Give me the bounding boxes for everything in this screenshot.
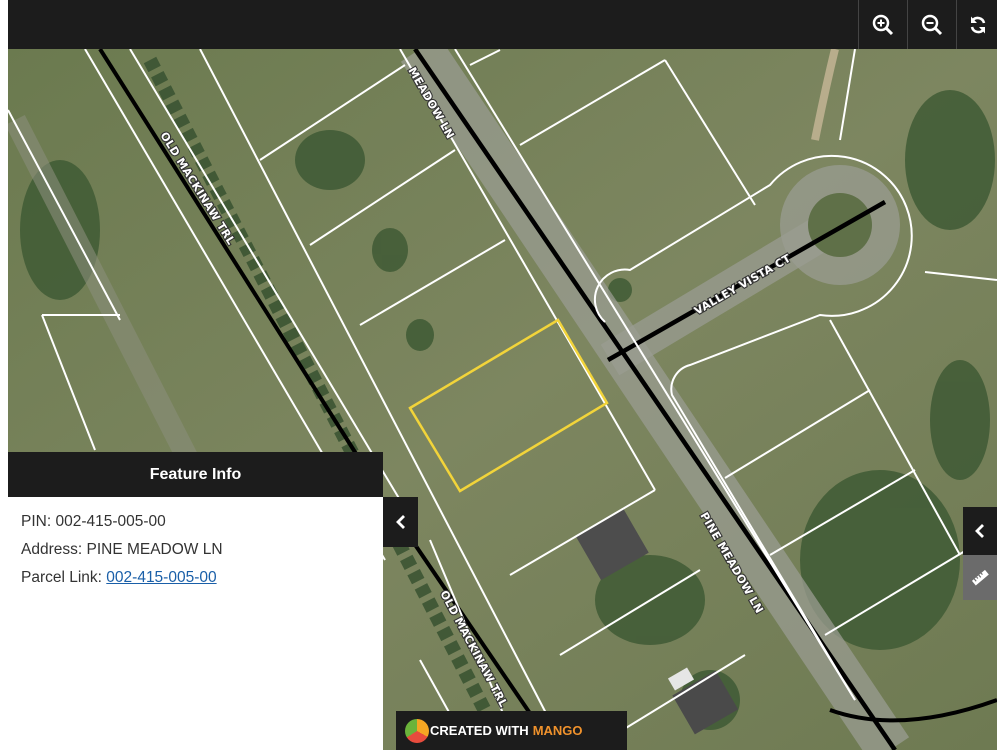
created-with-mango-credit[interactable]: CREATED WITH MANGO <box>396 711 627 750</box>
ruler-icon <box>971 569 989 585</box>
parcel-link[interactable]: 002-415-005-00 <box>106 569 216 586</box>
parcel-link-row: Parcel Link: 002-415-005-00 <box>21 569 217 587</box>
zoom-out-icon <box>921 14 943 35</box>
feature-info-header: Feature Info <box>8 452 383 497</box>
expand-right-panel-button[interactable] <box>963 507 997 555</box>
cul-de-sac-island <box>808 193 872 257</box>
pin-row: PIN: 002-415-005-00 <box>21 513 166 531</box>
pin-value: 002-415-005-00 <box>55 513 166 530</box>
mango-logo-icon <box>405 719 429 743</box>
address-label: Address: <box>21 541 83 558</box>
feature-info-panel: PIN: 002-415-005-00 Address: PINE MEADOW… <box>8 497 383 750</box>
refresh-button[interactable] <box>956 0 997 49</box>
zoom-in-icon <box>872 14 894 35</box>
zoom-in-button[interactable] <box>858 0 907 49</box>
address-row: Address: PINE MEADOW LN <box>21 541 223 559</box>
zoom-out-button[interactable] <box>907 0 956 49</box>
feature-info-title: Feature Info <box>149 465 242 483</box>
measure-tool-button[interactable] <box>963 555 997 600</box>
refresh-icon <box>970 16 985 33</box>
chevron-left-icon <box>975 524 984 538</box>
credit-prefix: CREATED WITH <box>430 723 529 738</box>
address-value: PINE MEADOW LN <box>86 541 223 558</box>
chevron-left-icon <box>395 515 405 529</box>
collapse-panel-button[interactable] <box>383 497 418 547</box>
pin-label: PIN: <box>21 513 52 530</box>
credit-brand: MANGO <box>532 723 583 738</box>
parcel-link-label: Parcel Link: <box>21 569 102 586</box>
top-toolbar <box>8 0 997 49</box>
